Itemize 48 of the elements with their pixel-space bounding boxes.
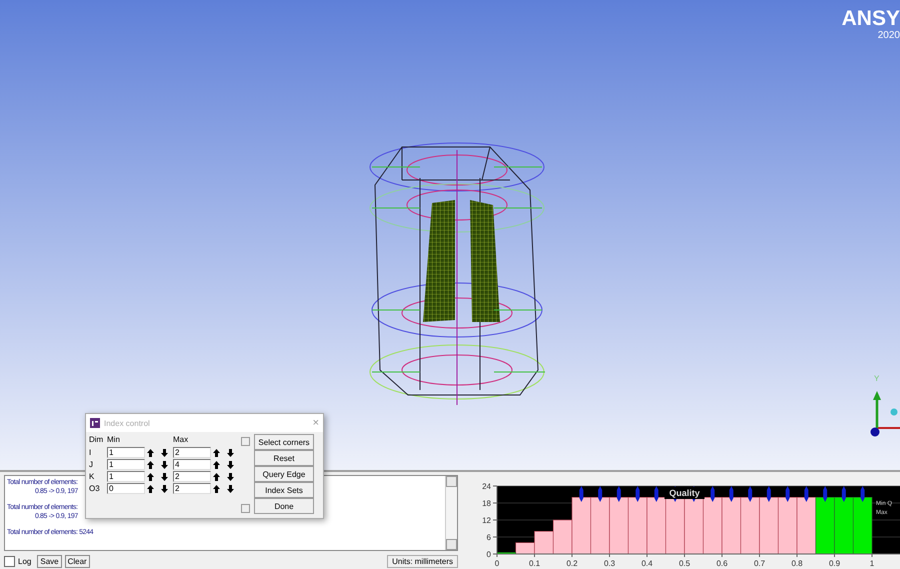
column-header: Max: [173, 434, 190, 446]
log-button[interactable]: Clear: [64, 554, 90, 568]
dialog-button[interactable]: Done: [254, 498, 314, 514]
x-tick-label: 0: [494, 559, 500, 568]
row-label: K: [89, 472, 96, 481]
log-button[interactable]: Save: [37, 554, 62, 568]
chart-title: Quality: [669, 488, 700, 498]
axis-label: Y: [874, 374, 880, 383]
dialog-button[interactable]: Query Edge: [254, 466, 314, 482]
x-tick-label: 0.1: [528, 559, 540, 568]
x-tick-label: 0.7: [754, 559, 766, 568]
dialog-button[interactable]: Select corners: [254, 434, 314, 450]
min-field[interactable]: 0: [107, 483, 145, 494]
x-tick-label: 0.4: [641, 559, 653, 568]
y-tick-label: 24: [482, 482, 491, 491]
min-field[interactable]: 1: [107, 459, 145, 470]
version-text: 2020: [878, 30, 900, 41]
row-label: I: [89, 448, 92, 457]
y-tick-label: 12: [482, 516, 491, 525]
column-header: Min: [107, 434, 121, 446]
checkbox-label: Log: [18, 556, 32, 566]
y-tick-label: 6: [486, 533, 491, 542]
dialog-button[interactable]: Reset: [254, 450, 314, 466]
dialog-button[interactable]: Index Sets: [254, 482, 314, 498]
min-field[interactable]: 1: [107, 447, 145, 458]
x-tick-label: 0.5: [678, 559, 690, 568]
column-header: Dim: [89, 434, 104, 446]
min-field[interactable]: 1: [107, 471, 145, 482]
units-label: Units: millimeters: [387, 554, 458, 568]
x-tick-label: 0.8: [791, 559, 803, 568]
dialog-title: Index control: [104, 418, 150, 428]
x-tick-label: 0.6: [716, 559, 728, 568]
y-tick-label: 18: [482, 499, 491, 508]
max-field[interactable]: 2: [173, 471, 211, 482]
x-tick-label: 1: [870, 559, 874, 568]
app-icon: [90, 418, 100, 428]
log-checkbox[interactable]: [4, 556, 15, 566]
row-label: O3: [89, 484, 101, 493]
x-tick-label: 0.2: [566, 559, 578, 568]
max-field[interactable]: 4: [173, 459, 211, 470]
y-axis: [492, 486, 498, 554]
max-field[interactable]: 2: [173, 447, 211, 458]
row-label: J: [89, 460, 94, 469]
x-tick-label: 0.9: [828, 559, 840, 568]
x-tick-label: 0.3: [604, 559, 616, 568]
y-tick-label: 0: [486, 550, 491, 559]
max-field[interactable]: 2: [173, 483, 211, 494]
logo-text: ANSY: [842, 8, 900, 29]
